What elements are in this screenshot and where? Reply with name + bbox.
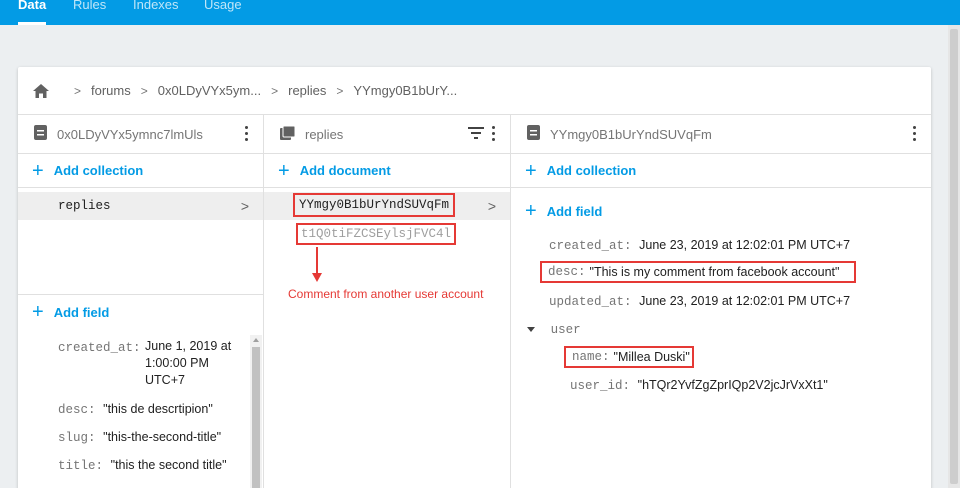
field-value: "Millea Duski" — [613, 350, 690, 364]
breadcrumb-reply-doc[interactable]: YYmgy0B1bUrY... — [353, 83, 457, 98]
highlight-box-selected-doc: YYmgy0B1bUrYndSUVqFm — [293, 193, 455, 217]
field-slug: slug: "this-the-second-title" — [58, 429, 221, 445]
field-key: title: — [58, 459, 104, 473]
field-value: June 23, 2019 at 12:02:01 PM UTC+7 — [639, 238, 851, 252]
add-document-label: Add document — [299, 163, 391, 178]
add-field-label: Add field — [53, 304, 110, 320]
field-key: slug: — [58, 431, 96, 445]
tab-usage[interactable]: Usage — [204, 0, 242, 12]
breadcrumb: > forums > 0x0LDyVYx5ym... > replies > Y… — [18, 67, 931, 115]
tab-data[interactable]: Data — [18, 0, 46, 12]
top-tab-bar: Data Rules Indexes Usage — [0, 0, 960, 25]
field-value: "This is my comment from facebook accoun… — [589, 265, 840, 279]
breadcrumb-replies[interactable]: replies — [288, 83, 326, 98]
annotation-text: Comment from another user account — [288, 287, 484, 301]
filter-icon[interactable] — [468, 127, 484, 139]
add-collection-label: Add collection — [546, 163, 637, 178]
add-field-label: Add field — [546, 203, 603, 219]
more-vert-icon[interactable] — [913, 126, 917, 142]
fields-scrollbar-thumb[interactable] — [252, 347, 260, 488]
column-header: YYmgy0B1bUrYndSUVqFm — [511, 115, 931, 154]
field-key: created_at: — [549, 239, 632, 253]
tab-rules[interactable]: Rules — [73, 0, 106, 12]
add-document-button[interactable]: + Add document — [264, 154, 510, 188]
field-key: user_id: — [570, 379, 631, 393]
column-title: replies — [305, 126, 344, 142]
breadcrumb-forums[interactable]: forums — [91, 83, 131, 98]
caret-down-icon[interactable] — [527, 327, 535, 333]
column-header: 0x0LDyVYx5ymnc7lmUls — [18, 115, 263, 154]
chevron-right-icon: > — [487, 198, 496, 214]
field-user-id: user_id: "hTQr2YvfZgZprIQp2V2jcJrVxXt1" — [570, 377, 828, 393]
more-vert-icon[interactable] — [245, 126, 249, 142]
active-tab-indicator — [18, 22, 46, 25]
field-updated-at: updated_at: June 23, 2019 at 12:02:01 PM… — [549, 293, 850, 309]
add-field-button[interactable]: + Add field — [18, 295, 263, 329]
home-icon[interactable] — [32, 83, 50, 99]
plus-icon: + — [278, 159, 290, 182]
field-value: "this de descrtipion" — [103, 402, 213, 416]
add-collection-button[interactable]: + Add collection — [18, 154, 263, 188]
document-column-reply: YYmgy0B1bUrYndSUVqFm + Add collection + … — [511, 115, 931, 488]
field-value: "this-the-second-title" — [103, 430, 222, 444]
fields-scrollbar[interactable] — [250, 335, 262, 488]
breadcrumb-forum-doc[interactable]: 0x0LDyVYx5ym... — [158, 83, 261, 98]
collection-icon — [280, 125, 296, 143]
field-key: updated_at: — [549, 295, 632, 309]
field-desc: desc: "this de descrtipion" — [58, 401, 213, 417]
collection-column-replies: replies + Add document > YYmgy0B1bUrYndS… — [264, 115, 511, 488]
field-key: name: — [572, 350, 610, 364]
page-scrollbar[interactable] — [948, 25, 960, 488]
field-value: June 23, 2019 at 12:02:01 PM UTC+7 — [639, 294, 851, 308]
highlight-box-desc: desc: "This is my comment from facebook … — [540, 261, 856, 283]
tab-indexes[interactable]: Indexes — [133, 0, 179, 12]
field-created-at: created_at: — [58, 339, 141, 355]
chevron-right-icon: > — [271, 83, 279, 98]
column-title: 0x0LDyVYx5ymnc7lmUls — [57, 126, 203, 142]
add-collection-label: Add collection — [53, 163, 144, 178]
collection-item-replies[interactable]: replies > — [18, 192, 263, 220]
collection-name: replies — [58, 199, 111, 213]
field-key: created_at: — [58, 341, 141, 355]
plus-icon: + — [525, 159, 537, 182]
plus-icon: + — [32, 159, 44, 182]
field-value: "hTQr2YvfZgZprIQp2V2jcJrVxXt1" — [637, 378, 828, 392]
scroll-up-icon[interactable] — [253, 338, 259, 342]
map-key: user — [550, 323, 581, 337]
page-scrollbar-thumb[interactable] — [950, 29, 958, 484]
field-created-at: created_at: June 23, 2019 at 12:02:01 PM… — [549, 237, 850, 253]
chevron-right-icon: > — [336, 83, 344, 98]
more-vert-icon[interactable] — [492, 126, 496, 142]
document-icon — [527, 125, 540, 143]
add-field-button[interactable]: + Add field — [511, 194, 931, 228]
add-collection-button[interactable]: + Add collection — [511, 154, 931, 188]
column-title: YYmgy0B1bUrYndSUVqFm — [550, 126, 712, 142]
field-title: title: "this the second title" — [58, 457, 227, 473]
firestore-data-panel: > forums > 0x0LDyVYx5ym... > replies > Y… — [18, 67, 931, 488]
map-field-user[interactable]: user — [527, 321, 581, 337]
field-key: desc: — [548, 265, 586, 279]
document-icon — [34, 125, 47, 143]
document-id: YYmgy0B1bUrYndSUVqFm — [298, 198, 450, 212]
field-key: desc: — [58, 403, 96, 417]
plus-icon: + — [525, 200, 537, 222]
column-header: replies — [264, 115, 510, 154]
document-column-forum: 0x0LDyVYx5ymnc7lmUls + Add collection re… — [18, 115, 264, 488]
highlight-box-name: name: "Millea Duski" — [564, 346, 694, 368]
document-id: t1Q0tiFZCSEylsjFVC4l — [300, 227, 452, 241]
chevron-right-icon: > — [140, 83, 148, 98]
field-value: "this the second title" — [110, 458, 227, 472]
chevron-right-icon: > — [240, 198, 249, 214]
highlight-box-other-doc[interactable]: t1Q0tiFZCSEylsjFVC4l — [296, 223, 456, 245]
field-created-at-value: June 1, 2019 at 1:00:00 PM UTC+7 — [145, 339, 232, 387]
plus-icon: + — [32, 301, 44, 323]
arrow-down-icon — [312, 247, 322, 283]
chevron-right-icon: > — [74, 83, 82, 98]
